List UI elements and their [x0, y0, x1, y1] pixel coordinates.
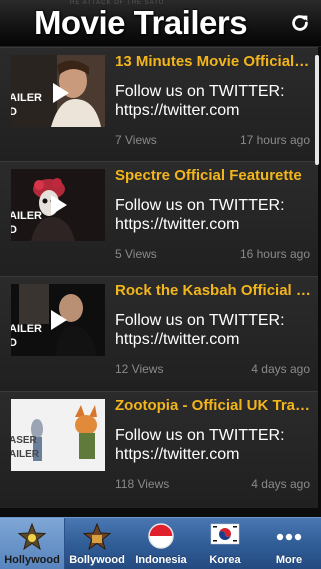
bottom-tab-bar: Hollywood Bollywood Indonesia Korea More — [0, 517, 321, 569]
tab-korea[interactable]: Korea — [193, 518, 257, 569]
more-dots-icon — [276, 533, 302, 541]
tab-more[interactable]: More — [257, 518, 321, 569]
video-description: Follow us on TWITTER: https://twitter.co… — [115, 197, 285, 233]
korea-flag-icon — [210, 523, 240, 545]
video-thumbnail[interactable]: AILER D — [11, 55, 105, 127]
svg-text:AILER: AILER — [11, 210, 42, 222]
svg-text:D: D — [11, 224, 17, 236]
video-title[interactable]: Rock the Kasbah Official Trailer — [115, 282, 313, 299]
tab-label: Hollywood — [4, 554, 60, 566]
timestamp: 16 hours ago — [239, 247, 310, 261]
video-description: Follow us on TWITTER: https://twitter.co… — [115, 427, 285, 463]
view-count: 118 Views — [115, 477, 170, 491]
video-list[interactable]: AILER D 13 Minutes Movie Official Traile… — [0, 47, 321, 517]
svg-text:ASER: ASER — [11, 435, 38, 446]
video-description: Follow us on TWITTER: https://twitter.co… — [115, 83, 285, 119]
timestamp: 4 days ago — [251, 362, 310, 376]
video-title[interactable]: 13 Minutes Movie Official Trailer — [115, 53, 313, 70]
video-description: Follow us on TWITTER: https://twitter.co… — [115, 312, 285, 348]
svg-text:AILER: AILER — [11, 449, 40, 460]
app-header: HE ATTACK OF THE SATU Movie Trailers — [0, 0, 321, 47]
page-title: Movie Trailers — [33, 4, 248, 41]
svg-text:D: D — [11, 337, 17, 349]
tab-label: More — [275, 554, 303, 566]
star-icon — [17, 522, 47, 551]
star-icon — [82, 522, 112, 551]
list-item[interactable]: AILER D Rock the Kasbah Official Trailer… — [0, 276, 318, 394]
list-item[interactable]: AILER D Spectre Official Featurette Foll… — [0, 161, 318, 279]
indonesia-flag-icon — [148, 523, 174, 549]
svg-text:AILER: AILER — [11, 323, 42, 335]
svg-text:AILER: AILER — [11, 92, 42, 104]
timestamp: 4 days ago — [251, 477, 310, 491]
video-thumbnail[interactable]: AILER D — [11, 169, 105, 241]
video-thumbnail[interactable]: AILER D — [11, 284, 105, 356]
tab-label: Indonesia — [135, 554, 187, 566]
video-title[interactable]: Spectre Official Featurette — [115, 167, 313, 184]
view-count: 5 Views — [115, 247, 157, 261]
view-count: 12 Views — [115, 362, 164, 376]
tab-bollywood[interactable]: Bollywood — [65, 518, 129, 569]
video-thumbnail[interactable]: ASER AILER — [11, 399, 105, 471]
refresh-icon — [292, 15, 308, 31]
view-count: 7 Views — [115, 133, 157, 147]
tab-indonesia[interactable]: Indonesia — [129, 518, 193, 569]
svg-text:D: D — [11, 106, 17, 118]
list-item[interactable]: AILER D 13 Minutes Movie Official Traile… — [0, 47, 318, 165]
timestamp: 17 hours ago — [239, 133, 310, 147]
refresh-button[interactable] — [287, 10, 313, 36]
list-item[interactable]: ASER AILER Zootopia - Official UK Traile… — [0, 391, 318, 509]
tab-label: Korea — [209, 554, 241, 566]
tab-hollywood[interactable]: Hollywood — [0, 518, 65, 569]
video-title[interactable]: Zootopia - Official UK Trailer — [115, 397, 313, 414]
tab-label: Bollywood — [69, 554, 125, 566]
scrollbar[interactable] — [315, 55, 319, 165]
